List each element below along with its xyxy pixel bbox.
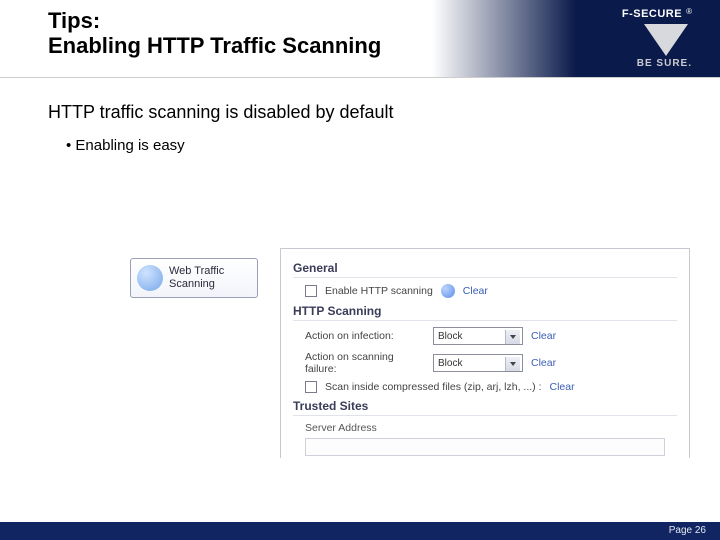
compressed-checkbox[interactable] (305, 381, 317, 393)
btn-line2: Scanning (169, 278, 215, 290)
action-infection-value: Block (438, 331, 462, 342)
slide-body: HTTP traffic scanning is disabled by def… (0, 78, 720, 154)
clear-link-general[interactable]: Clear (463, 285, 488, 297)
slide-footer: Page 26 (0, 522, 720, 540)
globe-icon (137, 265, 163, 291)
action-infection-label: Action on infection: (305, 330, 425, 342)
page-number: Page 26 (669, 525, 706, 536)
server-address-list[interactable] (305, 438, 665, 456)
subheading: HTTP traffic scanning is disabled by def… (48, 102, 672, 123)
clear-link-infection[interactable]: Clear (531, 330, 556, 342)
screenshot-area: Web Traffic Scanning General Enable HTTP… (130, 248, 690, 458)
brand-name: F-SECURE (622, 8, 682, 20)
compressed-label: Scan inside compressed files (zip, arj, … (325, 381, 542, 393)
row-action-failure: Action on scanning failure: Block Clear (293, 351, 677, 375)
web-traffic-scanning-button[interactable]: Web Traffic Scanning (130, 258, 258, 298)
action-failure-value: Block (438, 358, 462, 369)
clear-link-compressed[interactable]: Clear (550, 381, 575, 393)
settings-panel: General Enable HTTP scanning Clear HTTP … (280, 248, 690, 458)
enable-http-label: Enable HTTP scanning (325, 285, 433, 297)
brand-registered: ® (686, 7, 692, 16)
row-action-infection: Action on infection: Block Clear (293, 327, 677, 345)
row-compressed: Scan inside compressed files (zip, arj, … (293, 381, 677, 393)
title-line2: Enabling HTTP Traffic Scanning (48, 33, 381, 58)
triangle-icon (644, 24, 688, 56)
brand-name-row: F-SECURE ® (582, 8, 692, 20)
action-failure-select[interactable]: Block (433, 354, 523, 372)
column-server-address: Server Address (293, 422, 677, 434)
section-trusted-sites: Trusted Sites (293, 399, 677, 416)
brand-logo-block: F-SECURE ® BE SURE. (582, 8, 692, 69)
title-line1: Tips: (48, 8, 100, 33)
section-general: General (293, 261, 677, 278)
action-infection-select[interactable]: Block (433, 327, 523, 345)
section-http-scanning: HTTP Scanning (293, 304, 677, 321)
btn-line1: Web Traffic (169, 265, 224, 277)
enable-http-checkbox[interactable] (305, 285, 317, 297)
web-traffic-scanning-label: Web Traffic Scanning (169, 265, 224, 290)
row-enable-http: Enable HTTP scanning Clear (293, 284, 677, 298)
action-failure-label: Action on scanning failure: (305, 351, 425, 375)
brand-triangle-wrap (582, 24, 692, 56)
brand-tagline: BE SURE. (582, 58, 692, 69)
bullet-enabling: Enabling is easy (48, 137, 672, 154)
slide-header: Tips: Enabling HTTP Traffic Scanning F-S… (0, 0, 720, 78)
clear-link-failure[interactable]: Clear (531, 357, 556, 369)
info-icon[interactable] (441, 284, 455, 298)
